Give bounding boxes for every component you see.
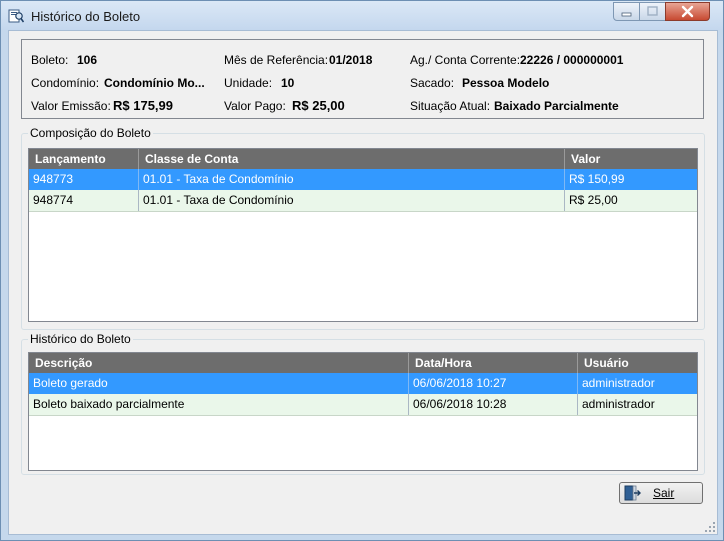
maximize-icon bbox=[647, 6, 658, 16]
column-header-classe-conta[interactable]: Classe de Conta bbox=[139, 149, 565, 169]
close-button[interactable] bbox=[665, 2, 710, 21]
table-row[interactable]: 948773 01.01 - Taxa de Condomínio R$ 150… bbox=[29, 169, 697, 190]
composicao-title: Composição do Boleto bbox=[28, 126, 153, 140]
historico-title: Histórico do Boleto bbox=[28, 332, 133, 346]
window-title: Histórico do Boleto bbox=[31, 9, 141, 24]
mes-referencia-value: 01/2018 bbox=[329, 53, 373, 67]
situacao-label: Situação Atual: bbox=[410, 99, 491, 113]
cell-classe-conta: 01.01 - Taxa de Condomínio bbox=[139, 169, 565, 190]
conta-corrente-label: Ag./ Conta Corrente: bbox=[410, 53, 521, 67]
valor-pago-label: Valor Pago: bbox=[224, 99, 286, 113]
composicao-group: Composição do Boleto Lançamento Classe d… bbox=[21, 126, 705, 330]
cell-data-hora: 06/06/2018 10:28 bbox=[409, 394, 578, 415]
sair-button[interactable]: Sair bbox=[619, 482, 703, 504]
column-header-usuario[interactable]: Usuário bbox=[578, 353, 697, 373]
cell-valor: R$ 25,00 bbox=[569, 193, 618, 207]
close-icon bbox=[681, 5, 694, 18]
minimize-button[interactable] bbox=[613, 2, 640, 21]
valor-emissao-label: Valor Emissão: bbox=[31, 99, 111, 113]
conta-corrente-value: 22226 / 000000001 bbox=[520, 53, 624, 67]
sair-label: Sair bbox=[653, 486, 675, 500]
valor-emissao-value: R$ 175,99 bbox=[113, 98, 173, 113]
boleto-label: Boleto: bbox=[31, 53, 69, 67]
condominio-label: Condomínio: bbox=[31, 76, 100, 90]
cell-usuario: administrador bbox=[582, 397, 655, 411]
dialog-client-area: Boleto: 106 Mês de Referência: 01/2018 A… bbox=[8, 30, 718, 535]
boleto-history-icon bbox=[8, 8, 25, 23]
cell-usuario: administrador bbox=[582, 376, 655, 390]
column-header-valor[interactable]: Valor bbox=[565, 149, 697, 169]
mes-referencia-label: Mês de Referência: bbox=[224, 53, 329, 67]
composicao-grid-header: Lançamento Classe de Conta Valor bbox=[29, 149, 697, 169]
minimize-icon bbox=[621, 12, 632, 17]
cell-lancamento: 948774 bbox=[29, 190, 139, 211]
column-header-lancamento[interactable]: Lançamento bbox=[29, 149, 139, 169]
condominio-value: Condomínio Mo... bbox=[104, 76, 205, 90]
cell-valor: R$ 150,99 bbox=[569, 172, 625, 186]
unidade-value: 10 bbox=[281, 76, 295, 90]
historico-group: Histórico do Boleto Descrição Data/Hora … bbox=[21, 332, 705, 475]
cell-classe-conta: 01.01 - Taxa de Condomínio bbox=[139, 190, 565, 211]
table-row[interactable]: Boleto gerado 06/06/2018 10:27 administr… bbox=[29, 373, 697, 394]
title-bar[interactable]: Histórico do Boleto bbox=[1, 1, 723, 30]
column-header-descricao[interactable]: Descrição bbox=[29, 353, 409, 373]
unidade-label: Unidade: bbox=[224, 76, 273, 90]
historico-grid-header: Descrição Data/Hora Usuário bbox=[29, 353, 697, 373]
historico-grid[interactable]: Descrição Data/Hora Usuário Boleto gerad… bbox=[28, 352, 698, 471]
table-row[interactable]: Boleto baixado parcialmente 06/06/2018 1… bbox=[29, 394, 697, 416]
boleto-info-panel: Boleto: 106 Mês de Referência: 01/2018 A… bbox=[21, 39, 704, 119]
cell-data-hora: 06/06/2018 10:27 bbox=[409, 373, 578, 394]
column-header-data-hora[interactable]: Data/Hora bbox=[409, 353, 578, 373]
boleto-value: 106 bbox=[77, 53, 98, 67]
sacado-value: Pessoa Modelo bbox=[462, 76, 550, 90]
table-row[interactable]: 948774 01.01 - Taxa de Condomínio R$ 25,… bbox=[29, 190, 697, 212]
situacao-value: Baixado Parcialmente bbox=[494, 99, 619, 113]
resize-grip-icon[interactable] bbox=[705, 522, 715, 532]
maximize-button[interactable] bbox=[639, 2, 666, 21]
boleto-history-window: Histórico do Boleto Boleto: 106 Mês de R… bbox=[0, 0, 724, 541]
exit-door-icon bbox=[623, 485, 641, 501]
cell-descricao: Boleto baixado parcialmente bbox=[29, 394, 409, 415]
cell-lancamento: 948773 bbox=[29, 169, 139, 190]
valor-pago-value: R$ 25,00 bbox=[292, 98, 345, 113]
cell-descricao: Boleto gerado bbox=[29, 373, 409, 394]
composicao-grid[interactable]: Lançamento Classe de Conta Valor 948773 … bbox=[28, 148, 698, 322]
sacado-label: Sacado: bbox=[410, 76, 455, 90]
